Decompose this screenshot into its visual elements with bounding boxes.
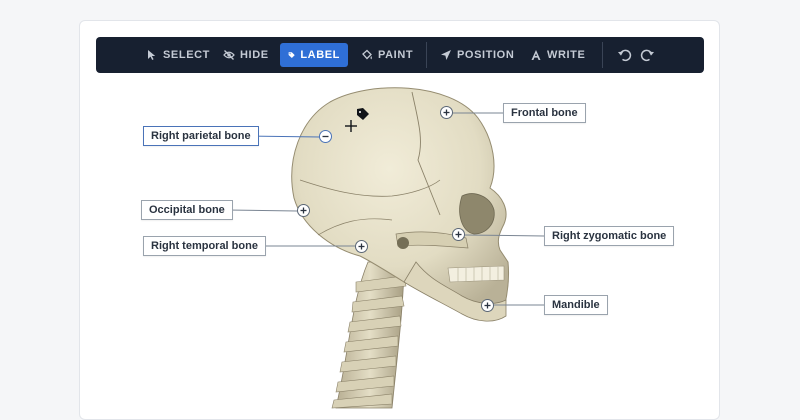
- right-zygomatic-marker[interactable]: [452, 228, 465, 241]
- plus-icon: [358, 243, 365, 250]
- right-zygomatic-label[interactable]: Right zygomatic bone: [544, 226, 675, 246]
- cervical-spine[interactable]: [331, 261, 407, 409]
- frontal-marker[interactable]: [440, 106, 453, 119]
- plus-icon: [455, 231, 462, 238]
- minus-icon: [322, 135, 329, 138]
- right-temporal-marker[interactable]: [355, 240, 368, 253]
- frontal-label[interactable]: Frontal bone: [503, 103, 586, 123]
- right-temporal-label[interactable]: Right temporal bone: [143, 236, 266, 256]
- plus-icon: [484, 302, 491, 309]
- right-parietal-label[interactable]: Right parietal bone: [143, 126, 259, 146]
- mandible-marker[interactable]: [481, 299, 494, 312]
- anatomy-canvas[interactable]: [0, 0, 800, 410]
- mandible-label[interactable]: Mandible: [544, 295, 608, 315]
- right-parietal-marker[interactable]: [319, 130, 332, 143]
- plus-icon: [300, 207, 307, 214]
- leader-line: [226, 209, 298, 212]
- occipital-marker[interactable]: [297, 204, 310, 217]
- plus-icon: [443, 109, 450, 116]
- occipital-label[interactable]: Occipital bone: [141, 200, 233, 220]
